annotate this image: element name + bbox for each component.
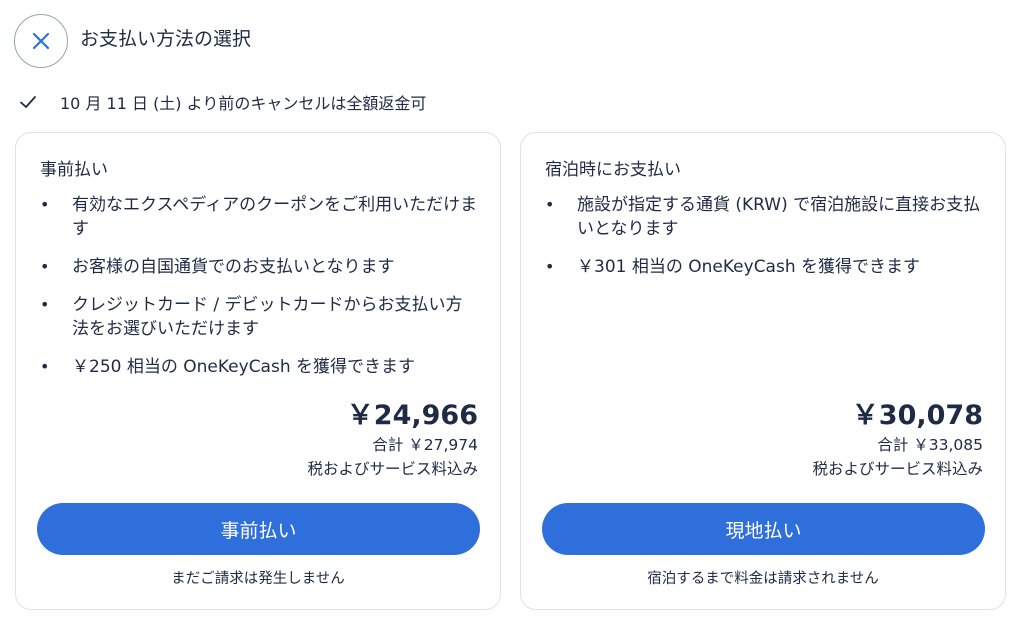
pay-now-card: 事前払い • 有効なエクスペディアのクーポンをご利用いただけます • お客様の自国通… xyxy=(15,132,501,610)
cancellation-text: 10 月 11 日 (土) より前のキャンセルは全額返金可 xyxy=(60,94,427,113)
price: ￥24,966 xyxy=(346,400,478,431)
checkmark-icon xyxy=(20,96,36,108)
benefit-text: お客様の自国通貨でのお支払いとなります xyxy=(72,257,395,277)
bullet-icon: • xyxy=(40,357,50,376)
price-block: ￥30,078 合計 ￥33,085 税およびサービス料込み xyxy=(812,398,983,482)
tax-note: 税およびサービス料込み xyxy=(812,460,983,478)
benefit-text: ￥250 相当の OneKeyCash を獲得できます xyxy=(72,357,416,377)
payment-method-dialog: お支払い方法の選択 10 月 11 日 (土) より前のキャンセルは全額返金可 … xyxy=(0,0,1024,621)
list-item: • 有効なエクスペディアのクーポンをご利用いただけます xyxy=(38,193,478,241)
bullet-icon: • xyxy=(545,257,555,276)
bullet-icon: • xyxy=(40,257,50,276)
close-icon xyxy=(32,32,50,50)
free-cancellation-note: 10 月 11 日 (土) より前のキャンセルは全額返金可 xyxy=(18,90,426,114)
price-block: ￥24,966 合計 ￥27,974 税およびサービス料込み xyxy=(307,398,478,482)
benefit-text: 有効なエクスペディアのクーポンをご利用いただけます xyxy=(72,195,478,239)
close-button[interactable] xyxy=(14,14,68,68)
pay-now-button[interactable]: 事前払い xyxy=(37,503,480,555)
list-item: • クレジットカード / デビットカードからお支払い方法をお選びいただけます xyxy=(38,293,478,341)
price: ￥30,078 xyxy=(851,400,983,431)
benefit-list: • 有効なエクスペディアのクーポンをご利用いただけます • お客様の自国通貨でのお支… xyxy=(38,193,478,393)
card-heading: 事前払い xyxy=(40,160,108,180)
benefit-list: • 施設が指定する通貨 (KRW) で宿泊施設に直接お支払いとなります • ￥301… xyxy=(543,193,983,293)
bullet-icon: • xyxy=(40,195,50,214)
benefit-text: 施設が指定する通貨 (KRW) で宿泊施設に直接お支払いとなります xyxy=(577,195,981,239)
price-total: 合計 ￥27,974 xyxy=(372,436,478,454)
list-item: • お客様の自国通貨でのお支払いとなります xyxy=(38,255,478,279)
pay-at-property-card: 宿泊時にお支払い • 施設が指定する通貨 (KRW) で宿泊施設に直接お支払いとな… xyxy=(520,132,1006,610)
list-item: • ￥301 相当の OneKeyCash を獲得できます xyxy=(543,255,983,279)
benefit-text: クレジットカード / デビットカードからお支払い方法をお選びいただけます xyxy=(72,295,463,339)
list-item: • 施設が指定する通貨 (KRW) で宿泊施設に直接お支払いとなります xyxy=(543,193,983,241)
dialog-title: お支払い方法の選択 xyxy=(80,28,252,50)
price-total: 合計 ￥33,085 xyxy=(877,436,983,454)
bullet-icon: • xyxy=(545,195,555,214)
billing-footnote: 宿泊するまで料金は請求されません xyxy=(647,571,879,587)
list-item: • ￥250 相当の OneKeyCash を獲得できます xyxy=(38,355,478,379)
pay-at-property-button[interactable]: 現地払い xyxy=(542,503,985,555)
billing-footnote: まだご請求は発生しません xyxy=(171,571,345,587)
card-heading: 宿泊時にお支払い xyxy=(545,160,681,180)
bullet-icon: • xyxy=(40,295,50,314)
tax-note: 税およびサービス料込み xyxy=(307,460,478,478)
benefit-text: ￥301 相当の OneKeyCash を獲得できます xyxy=(577,257,921,277)
